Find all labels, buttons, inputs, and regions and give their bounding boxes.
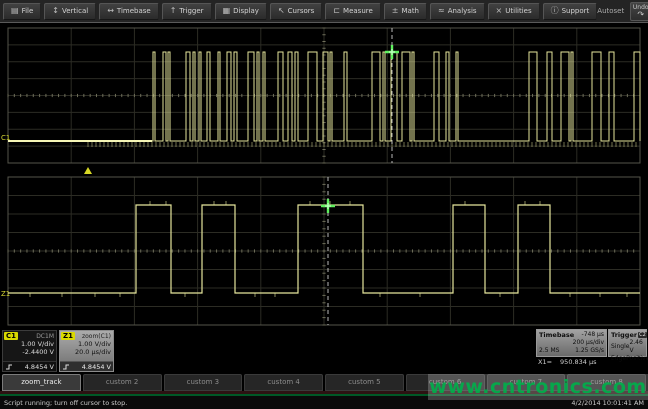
timebase-summary[interactable]: Timebase -748 µs 200 µs/div 2.5 MS 1.25 … [536,329,607,357]
status-datetime: 4/2/2014 10:01:41 AM [571,399,644,407]
tab-custom-8[interactable]: custom 8 [567,374,646,391]
menu-item-label: Measure [343,7,373,15]
tab-zoom_track[interactable]: zoom_track [2,374,81,391]
channel-c1-descriptor[interactable]: C1 DC1M 1.00 V/div -2.4400 V 4.8454 V [2,330,57,372]
menu-item-math[interactable]: ±Math [384,3,427,20]
status-bar: Script running; turn off cursor to stop.… [0,396,648,409]
support-info-icon: ⓘ [551,7,559,15]
undo-arrow-icon: ↷ [637,11,644,18]
trigger-source-badge: C2 [638,332,647,338]
cursor-cross-center-top [389,49,395,55]
trigger-mode: Single [611,343,629,351]
panel-label-Z1: Z1 [1,290,10,298]
status-message: Script running; turn off cursor to stop. [4,399,127,407]
menu-item-support[interactable]: ⓘSupport [543,3,598,20]
z1-source: zoom(C1) [82,333,111,340]
menu-item-label: Display [233,7,259,15]
horizontal-arrows-icon: ↔ [107,7,114,15]
timebase-rate: 1.25 GS/s [575,347,604,355]
x1-value: 950.834 µs [560,358,596,366]
zoom-z1-descriptor[interactable]: Z1 zoom(C1) 1.00 V/div 20.0 µs/div 4.845… [59,330,114,372]
cursor-x1-readout: X1= 950.834 µs [538,358,605,366]
c1-trigger-level: 4.8454 V [25,363,54,371]
menu-item-label: Vertical [62,7,88,15]
math-icon: ± [392,7,399,15]
undo-button[interactable]: Undo ↷ [630,2,648,21]
tab-custom-6[interactable]: custom 6 [406,374,485,391]
tab-custom-4[interactable]: custom 4 [244,374,323,391]
c1-badge: C1 [4,332,18,340]
z1-level: 4.8454 V [82,363,111,371]
trigger-position-marker [84,167,92,174]
tab-custom-5[interactable]: custom 5 [325,374,404,391]
menu-item-cursors[interactable]: ↖Cursors [270,3,322,20]
menu-item-label: Utilities [505,7,531,15]
display-icon: ▦ [223,7,231,15]
oscilloscope-screen: ▤File↕Vertical↔Timebase↑Trigger▦Display↖… [0,0,648,409]
bottom-tab-row: zoom_trackcustom 2custom 3custom 4custom… [2,374,646,391]
menu-item-label: Trigger [179,7,203,15]
c1-offset: -2.4400 V [3,348,56,356]
menu-item-label: Cursors [288,7,315,15]
timebase-tdiv: 200 µs/div [573,339,604,347]
menu-item-display[interactable]: ▦Display [215,3,267,20]
utilities-wrench-icon: × [496,7,503,15]
menu-item-label: File [22,7,34,15]
edge-trigger-icon [62,363,70,371]
tab-custom-3[interactable]: custom 3 [164,374,243,391]
menu-bar: ▤File↕Vertical↔Timebase↑Trigger▦Display↖… [0,0,648,23]
menu-item-vertical[interactable]: ↕Vertical [44,3,96,20]
tab-custom-7[interactable]: custom 7 [487,374,566,391]
z1-vdiv: 1.00 V/div [60,340,113,348]
vertical-arrows-icon: ↕ [52,7,59,15]
autoset-label: Autoset [597,7,624,15]
trigger-level: 2.46 V [629,339,644,355]
timebase-title: Timebase [539,331,574,339]
menu-item-utilities[interactable]: ×Utilities [488,3,540,20]
tab-custom-2[interactable]: custom 2 [83,374,162,391]
x1-label: X1= [538,358,552,366]
menu-item-measure[interactable]: ⊏Measure [325,3,380,20]
trigger-type: Edge [611,355,626,363]
cursor-pointer-icon: ↖ [278,7,285,15]
menu-item-label: Analysis [448,7,477,15]
menu-item-label: Timebase [117,7,151,15]
analysis-chart-icon: ≈ [438,7,445,15]
trigger-slope: Positive [626,355,648,363]
file-icon: ▤ [11,7,19,15]
waveform-display[interactable]: C1Z1 [0,23,648,330]
menu-items: ▤File↕Vertical↔Timebase↑Trigger▦Display↖… [0,3,597,20]
edge-trigger-icon [5,363,13,371]
trigger-title: Trigger [611,331,637,339]
z1-badge: Z1 [61,332,75,340]
measure-caliper-icon: ⊏ [333,7,340,15]
menu-right: Autoset Undo ↷ [597,2,648,21]
timebase-samples: 2.5 MS [539,347,559,355]
menu-item-analysis[interactable]: ≈Analysis [430,3,485,20]
menu-item-timebase[interactable]: ↔Timebase [99,3,159,20]
trigger-arrow-icon: ↑ [170,7,177,15]
z1-tdiv: 20.0 µs/div [60,348,113,356]
c1-coupling: DC1M [36,333,54,340]
menu-item-trigger[interactable]: ↑Trigger [162,3,212,20]
menu-item-label: Support [562,7,590,15]
timebase-delay: -748 µs [582,331,604,339]
grid-bottom: Z1 [1,177,640,325]
menu-item-label: Math [401,7,419,15]
c1-vdiv: 1.00 V/div [3,340,56,348]
menu-item-file[interactable]: ▤File [3,3,41,20]
trigger-summary[interactable]: Trigger C2DC Single 2.46 V Edge Positive [608,329,647,357]
